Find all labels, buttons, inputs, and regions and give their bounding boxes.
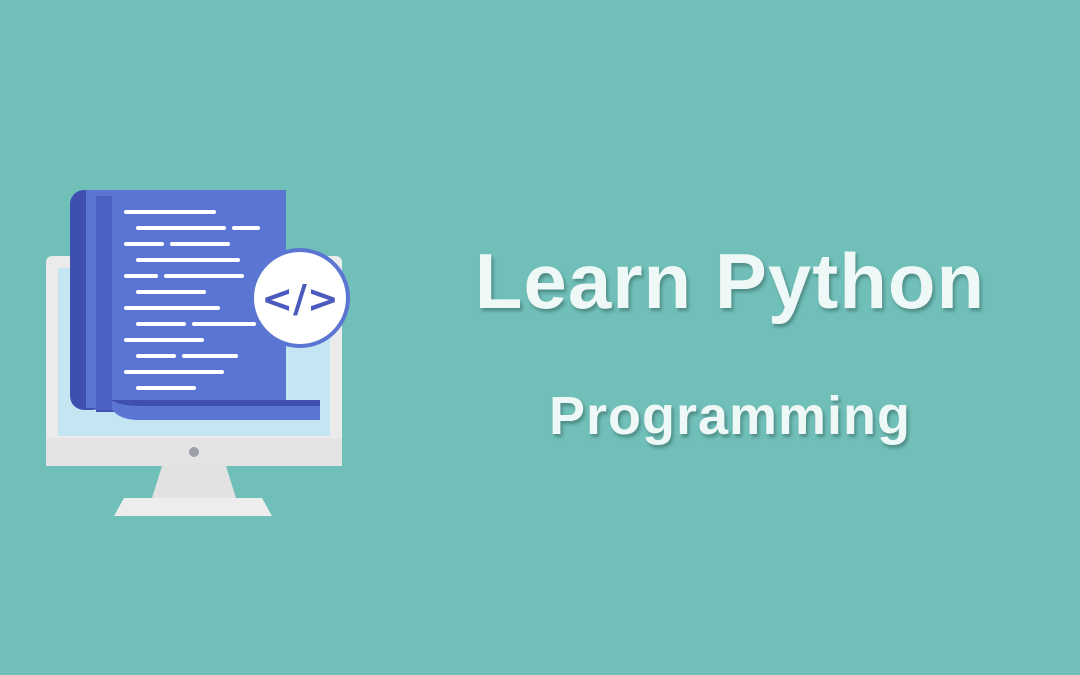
- code-tag-label: </>: [261, 277, 339, 321]
- monitor-stand: [152, 466, 236, 498]
- banner-title: Learn Python: [474, 237, 986, 325]
- code-tag-icon: </>: [250, 248, 350, 348]
- banner: </> Learn Python Programming: [0, 0, 1080, 675]
- monitor-icon: </>: [46, 190, 350, 516]
- monitor-stand-base: [114, 498, 272, 516]
- banner-subtitle: Programming: [548, 386, 912, 446]
- power-dot: [189, 447, 199, 457]
